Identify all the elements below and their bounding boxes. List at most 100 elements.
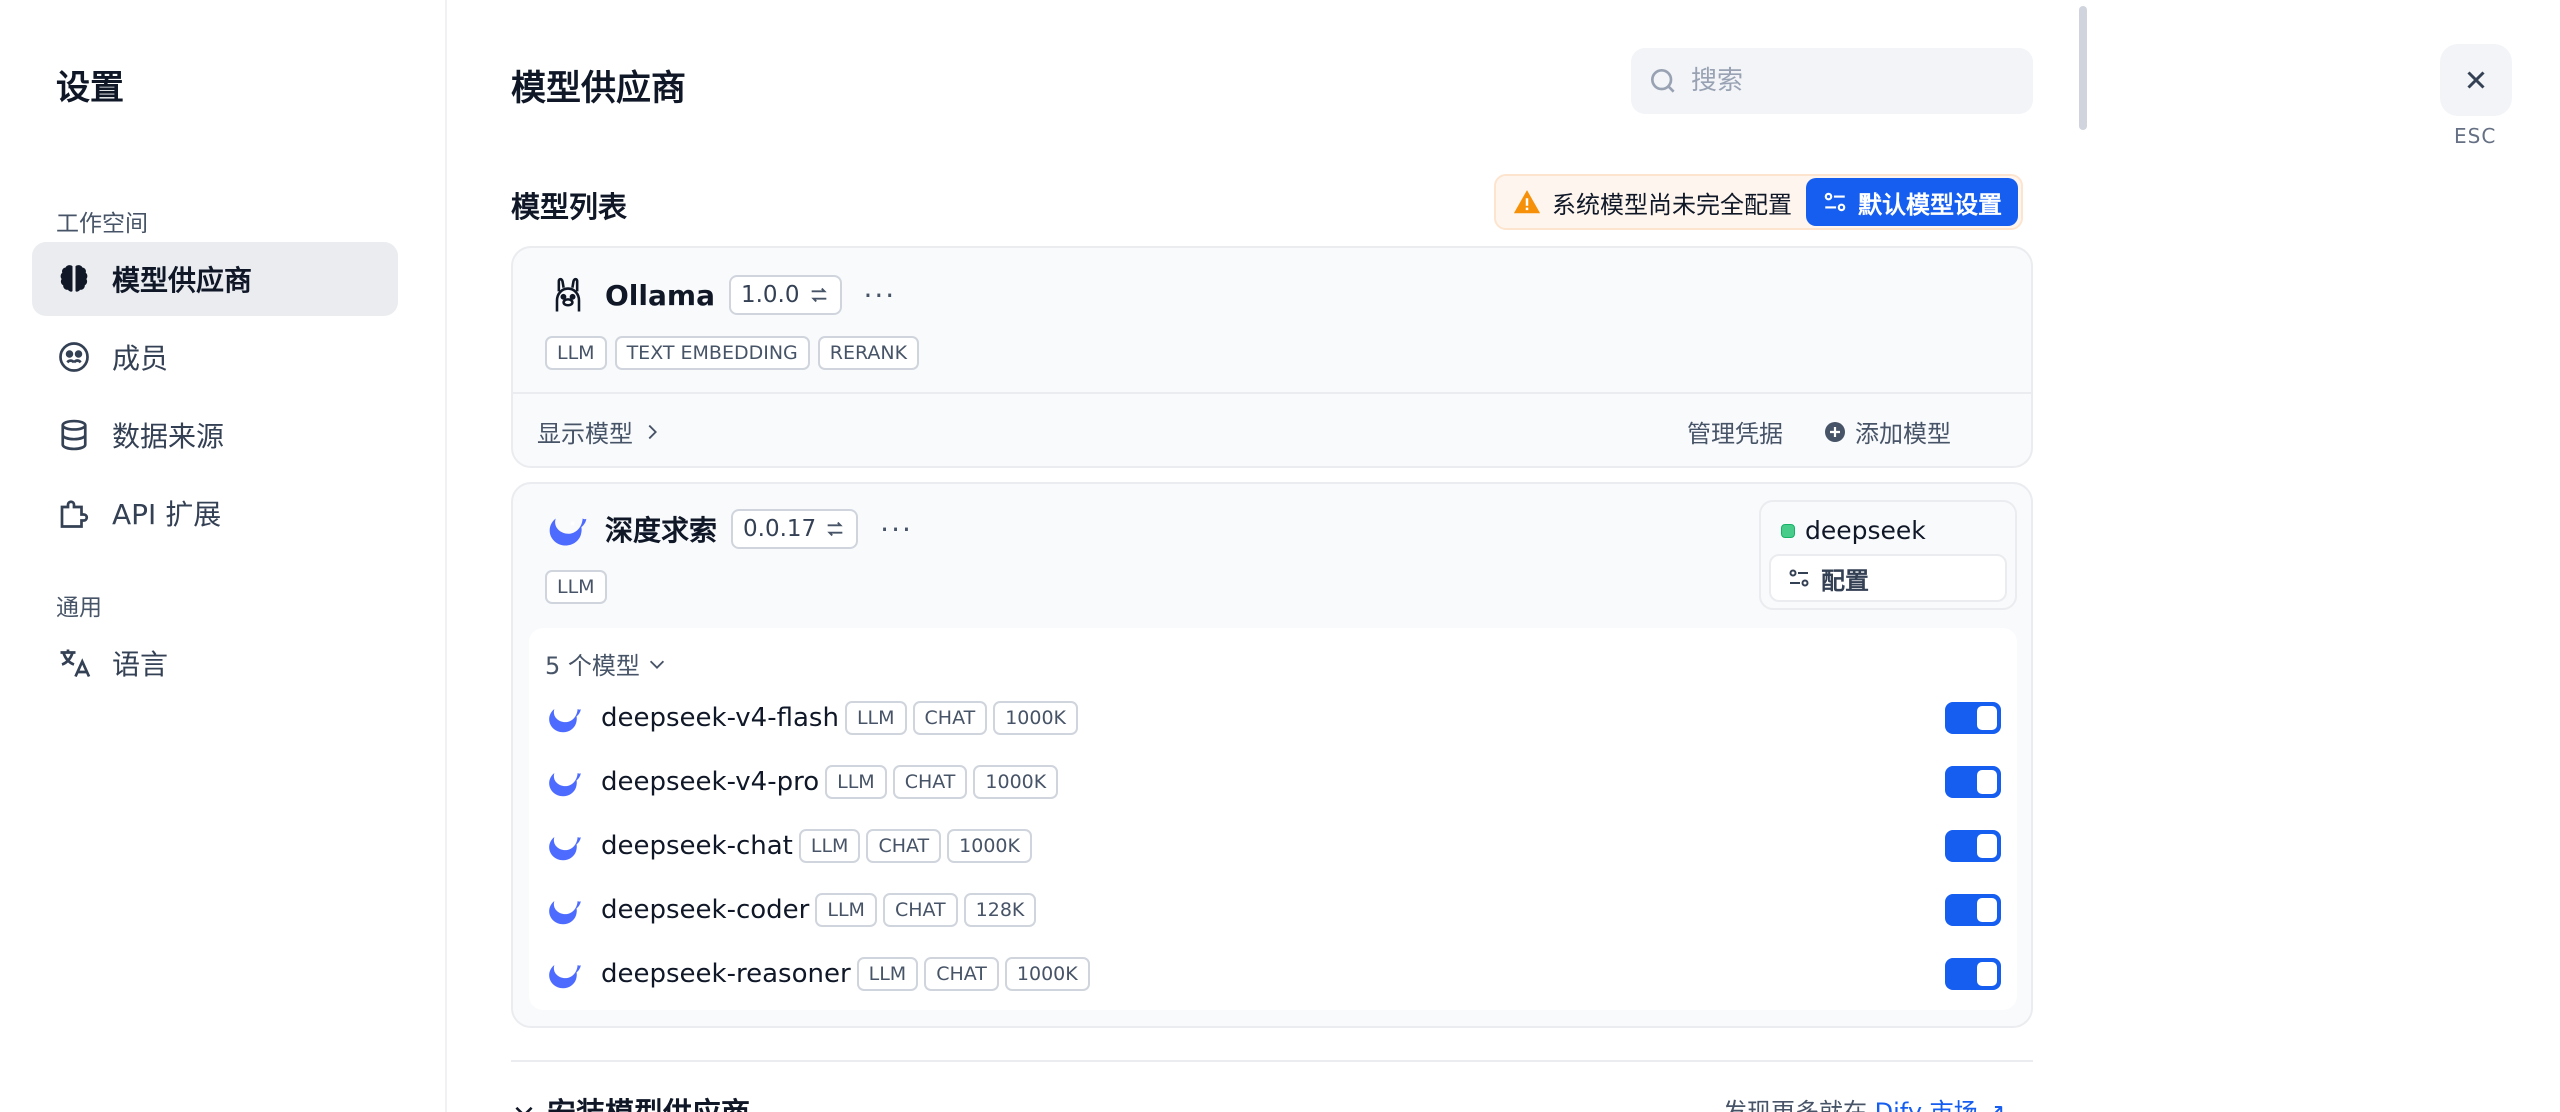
default-model-settings-button[interactable]: 默认模型设置 — [1806, 178, 2018, 226]
scrollbar-thumb[interactable] — [2079, 6, 2087, 130]
workspace-group-label: 工作空间 — [56, 211, 148, 237]
provider-name: Ollama — [605, 278, 715, 312]
sidebar-item-language[interactable]: 语言 — [32, 626, 398, 700]
discover-text: 发现更多就在 — [1723, 1098, 1867, 1112]
close-icon — [2467, 71, 2485, 89]
show-models-button[interactable]: 显示模型 — [537, 414, 663, 449]
more-options-icon[interactable]: ··· — [864, 279, 897, 312]
switch-arrows-icon — [827, 521, 843, 537]
toggle-knob — [1977, 834, 1997, 858]
close-button[interactable] — [2440, 44, 2512, 116]
discover-more: 发现更多就在 Dify 市场 ↗ — [1723, 1092, 2005, 1112]
manage-credentials-button[interactable]: 管理凭据 — [1687, 414, 1783, 449]
tag: LLM — [545, 336, 607, 370]
install-providers-label: 安装模型供应商 — [547, 1090, 750, 1112]
tag: CHAT — [882, 893, 958, 927]
translate-icon — [60, 649, 91, 678]
ollama-logo-icon — [545, 272, 591, 318]
models-collapse-toggle[interactable]: 5 个模型 — [545, 646, 668, 681]
section-divider — [511, 1060, 2033, 1062]
model-row: deepseek-coder LLM CHAT 128K — [545, 882, 2005, 938]
model-row: deepseek-reasoner LLM CHAT 1000K — [545, 946, 2005, 1002]
tag: CHAT — [924, 957, 999, 991]
esc-hint: ESC — [2454, 124, 2497, 148]
model-name: deepseek-reasoner — [601, 959, 851, 989]
sliders-icon — [1824, 192, 1846, 212]
sidebar-item-api-extension[interactable]: API 扩展 — [32, 476, 398, 550]
version-badge[interactable]: 0.0.17 — [731, 509, 859, 549]
deepseek-logo-icon — [545, 698, 585, 738]
tag: LLM — [825, 765, 887, 799]
provider-card-ollama: Ollama 1.0.0 ··· LLM TEXT EMBEDDING RERA… — [511, 246, 2033, 468]
warning-text: 系统模型尚未完全配置 — [1552, 190, 1792, 219]
chevron-down-icon — [649, 660, 664, 669]
model-row: deepseek-v4-flash LLM CHAT 1000K — [545, 690, 2005, 746]
model-enable-toggle[interactable] — [1945, 958, 2001, 990]
model-name: deepseek-chat — [601, 831, 793, 861]
add-model-button[interactable]: 添加模型 — [1823, 414, 1951, 449]
provider-tags: LLM — [545, 570, 607, 604]
model-name: deepseek-v4-pro — [601, 767, 820, 797]
version-badge[interactable]: 1.0.0 — [728, 275, 842, 315]
version-text: 1.0.0 — [740, 282, 800, 308]
tag: LLM — [856, 957, 919, 991]
provider-name: 深度求索 — [605, 514, 718, 547]
sliders-icon — [1789, 569, 1809, 587]
model-enable-toggle[interactable] — [1945, 894, 2001, 926]
toggle-knob — [1977, 962, 1997, 986]
install-providers-toggle[interactable]: 安装模型供应商 — [511, 1090, 750, 1112]
switch-arrows-icon — [810, 287, 827, 303]
model-name: deepseek-v4-flash — [601, 703, 839, 733]
chevron-right-icon — [648, 424, 657, 439]
main-content: 模型供应商 模型列表 系统模型尚未完全配置 默认模型设置 Ollama 1.0.… — [449, 0, 2089, 1112]
credential-name: deepseek — [1805, 516, 1926, 545]
sidebar-item-label: 成员 — [112, 342, 169, 375]
search-box[interactable] — [1631, 48, 2033, 114]
tag: TEXT EMBEDDING — [614, 336, 810, 370]
tag: LLM — [798, 829, 861, 863]
sidebar-item-model-provider[interactable]: 模型供应商 — [32, 242, 398, 316]
model-row: deepseek-v4-pro LLM CHAT 1000K — [545, 754, 2005, 810]
model-name: deepseek-coder — [601, 895, 810, 925]
model-enable-toggle[interactable] — [1945, 766, 2001, 798]
tag: LLM — [844, 701, 907, 735]
model-row: deepseek-chat LLM CHAT 1000K — [545, 818, 2005, 874]
system-model-warning: 系统模型尚未完全配置 默认模型设置 — [1494, 174, 2023, 230]
credential-panel: deepseek 配置 — [1759, 500, 2017, 610]
credential-status: deepseek — [1781, 516, 1926, 545]
search-input[interactable] — [1691, 66, 2011, 96]
toggle-knob — [1977, 706, 1997, 730]
tag: RERANK — [817, 336, 920, 370]
tag: CHAT — [912, 701, 988, 735]
brain-icon — [60, 265, 88, 292]
sidebar-item-data-source[interactable]: 数据来源 — [32, 398, 398, 472]
deepseek-logo-icon — [545, 506, 591, 552]
provider-card-footer: 显示模型 管理凭据 添加模型 — [513, 392, 2031, 466]
model-enable-toggle[interactable] — [1945, 830, 2001, 862]
tag: CHAT — [866, 829, 942, 863]
sidebar-item-label: API 扩展 — [112, 498, 222, 531]
tag: 1000K — [973, 765, 1059, 799]
members-icon — [59, 342, 89, 372]
tag: CHAT — [892, 765, 968, 799]
config-button[interactable]: 配置 — [1769, 554, 2007, 602]
sidebar-item-members[interactable]: 成员 — [32, 320, 398, 394]
model-enable-toggle[interactable] — [1945, 702, 2001, 734]
plus-circle-icon — [1825, 421, 1845, 442]
tag: LLM — [545, 570, 607, 604]
general-group-label: 通用 — [56, 595, 102, 621]
status-dot — [1781, 523, 1795, 538]
external-link-icon: ↗ — [1985, 1098, 2006, 1112]
provider-card-deepseek: 深度求索 0.0.17 ··· LLM deepseek 配置 5 个模型 de… — [511, 482, 2033, 1028]
warning-icon — [1513, 190, 1541, 214]
models-panel: 5 个模型 deepseek-v4-flash LLM CHAT 1000K d… — [529, 628, 2017, 1010]
model-list-title: 模型列表 — [511, 190, 628, 224]
tag: 1000K — [1004, 957, 1090, 991]
puzzle-icon — [60, 500, 89, 528]
tag: 128K — [963, 893, 1037, 927]
provider-header: 深度求索 0.0.17 ··· — [545, 506, 913, 552]
more-options-icon[interactable]: ··· — [880, 513, 913, 546]
version-text: 0.0.17 — [743, 516, 817, 542]
marketplace-link[interactable]: Dify 市场 — [1875, 1098, 1978, 1112]
database-icon — [61, 419, 87, 451]
